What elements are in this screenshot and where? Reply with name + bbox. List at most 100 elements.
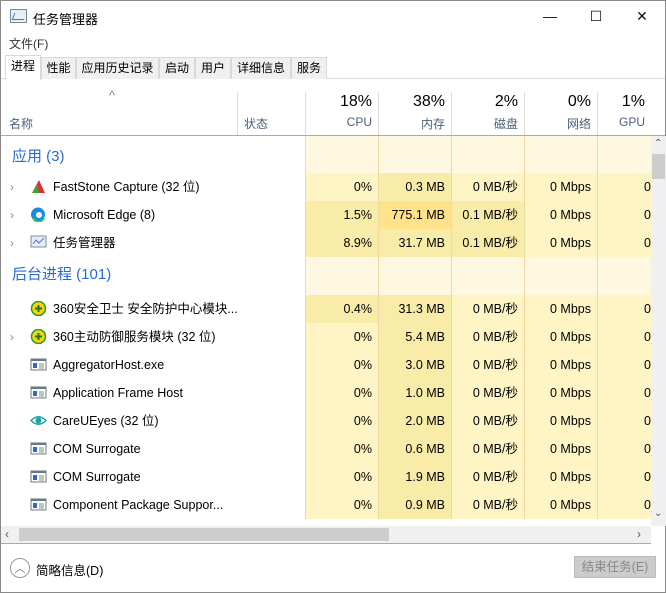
group-cell: [451, 143, 524, 173]
process-row[interactable]: COM Surrogate 0% 1.9 MB 0 MB/秒 0 Mbps 0: [1, 463, 651, 491]
process-name: 任务管理器: [53, 236, 116, 250]
group-cell: [524, 143, 597, 173]
column-label: 磁盘: [493, 117, 518, 131]
process-row[interactable]: › Microsoft Edge (8) 1.5% 775.1 MB 0.1 MB/秒 0…: [1, 201, 651, 229]
column-label: 内存: [420, 117, 445, 131]
mem-cell: 0.3 MB: [378, 173, 451, 201]
expand-chevron-icon[interactable]: ›: [10, 201, 14, 229]
scroll-down-icon[interactable]: ⌄: [654, 508, 662, 519]
group-cell: [597, 257, 651, 295]
process-name: Microsoft Edge (8): [53, 208, 156, 222]
disk-cell: 0.1 MB/秒: [451, 201, 524, 229]
group-cell: [597, 136, 651, 143]
window-app-icon: [30, 469, 47, 484]
process-name: AggregatorHost.exe: [53, 358, 165, 372]
mem-cell: 2.0 MB: [378, 407, 451, 435]
tab-bar: 进程 性能 应用历史记录 启动 用户 详细信息 服务: [1, 55, 665, 80]
column-usage-percent: 18%: [339, 93, 372, 110]
process-row[interactable]: Application Frame Host 0% 1.0 MB 0 MB/秒 0 Mb…: [1, 379, 651, 407]
process-row[interactable]: COM Surrogate 0% 0.6 MB 0 MB/秒 0 Mbps 0: [1, 435, 651, 463]
column-网络[interactable]: 0% 网络: [524, 92, 597, 135]
process-row[interactable]: Component Package Suppor... 0% 0.9 MB 0 MB/…: [1, 491, 651, 519]
task-manager-window: 任务管理器 — ☐ ✕ 文件(F) 进程 性能 应用历史记录 启动 用户 详细信…: [0, 0, 666, 593]
expand-chevron-icon[interactable]: ›: [10, 173, 14, 201]
disk-cell: 0 MB/秒: [451, 379, 524, 407]
tab-details[interactable]: 详细信息: [231, 57, 291, 79]
disk-cell: 0 MB/秒: [451, 173, 524, 201]
group-title: 应用 (3): [12, 148, 65, 165]
net-cell: 0 Mbps: [524, 229, 597, 257]
tab-startup[interactable]: 启动: [159, 57, 195, 79]
net-cell: 0 Mbps: [524, 173, 597, 201]
group-cell: [524, 136, 597, 143]
group-cell: [305, 257, 378, 295]
column-header: ^ 名称 状态 18% CPU 38% 内存 2% 磁盘 0% 网络 1% GPU: [1, 88, 665, 136]
process-row[interactable]: › 360主动防御服务模块 (32 位) 0% 5.4 MB 0 MB/秒 0 Mbps 0: [1, 323, 651, 351]
process-row[interactable]: 360安全卫士 安全防护中心模块... 0.4% 31.3 MB 0 MB/秒 0 Mb…: [1, 295, 651, 323]
column-磁盘[interactable]: 2% 磁盘: [451, 92, 524, 135]
scroll-left-icon[interactable]: ‹: [5, 527, 9, 541]
window-app-icon: [30, 385, 47, 400]
gpu-cell: 0: [597, 463, 651, 491]
column-usage-percent: 1%: [621, 93, 645, 110]
360-icon: [30, 300, 47, 317]
mem-cell: 31.3 MB: [378, 295, 451, 323]
scroll-right-icon[interactable]: ›: [637, 527, 641, 541]
process-name: 360安全卫士 安全防护中心模块...: [53, 302, 238, 316]
fewer-details-link[interactable]: 简略信息(D): [36, 560, 103, 579]
maximize-button[interactable]: ☐: [573, 1, 619, 31]
cpu-cell: 1.5%: [305, 201, 378, 229]
vertical-scrollbar[interactable]: ⌃ ⌄: [651, 136, 666, 526]
collapse-icon[interactable]: ︿: [10, 558, 30, 578]
process-row[interactable]: › FastStone Capture (32 位) 0% 0.3 MB 0 MB/秒 0…: [1, 173, 651, 201]
cpu-cell: 0%: [305, 323, 378, 351]
window-app-icon: [30, 497, 47, 512]
tab-processes[interactable]: 进程: [5, 55, 41, 80]
tab-services[interactable]: 服务: [291, 57, 327, 79]
end-task-button[interactable]: 结束任务(E): [574, 556, 656, 578]
horizontal-scrollbar[interactable]: ‹ ›: [1, 526, 651, 544]
column-cpu[interactable]: 18% CPU: [305, 92, 378, 135]
menu-file[interactable]: 文件(F): [9, 35, 48, 52]
gpu-cell: 0: [597, 351, 651, 379]
process-row[interactable]: › 任务管理器 8.9% 31.7 MB 0.1 MB/秒 0 Mbps 0: [1, 229, 651, 257]
close-button[interactable]: ✕: [619, 1, 665, 31]
process-name: COM Surrogate: [53, 442, 141, 456]
group-cell: [451, 136, 524, 143]
column-label: 网络: [566, 117, 591, 131]
tab-app-history[interactable]: 应用历史记录: [76, 57, 159, 79]
spacer: [1, 136, 651, 143]
group-title: 后台进程 (101): [12, 266, 112, 283]
process-name: Application Frame Host: [53, 386, 183, 400]
cpu-cell: 0%: [305, 435, 378, 463]
column-内存[interactable]: 38% 内存: [378, 92, 451, 135]
expand-chevron-icon[interactable]: ›: [10, 323, 14, 351]
mem-cell: 775.1 MB: [378, 201, 451, 229]
net-cell: 0 Mbps: [524, 201, 597, 229]
tab-users[interactable]: 用户: [195, 57, 231, 79]
expand-chevron-icon[interactable]: ›: [10, 229, 14, 257]
horizontal-scrollbar-thumb[interactable]: [19, 528, 389, 541]
group-cell: [524, 257, 597, 295]
column-name[interactable]: 名称: [9, 115, 33, 132]
group-cell: [378, 257, 451, 295]
gpu-cell: 0: [597, 407, 651, 435]
column-usage-percent: 0%: [567, 93, 591, 110]
scroll-up-icon[interactable]: ⌃: [654, 138, 662, 149]
process-name: COM Surrogate: [53, 470, 141, 484]
tab-performance[interactable]: 性能: [41, 57, 76, 79]
task-manager-icon: [30, 235, 47, 250]
minimize-button[interactable]: —: [527, 1, 573, 31]
column-status-label: 状态: [244, 117, 269, 131]
footer: ︿ 简略信息(D) 结束任务(E): [1, 545, 665, 593]
group-cell: [597, 143, 651, 173]
net-cell: 0 Mbps: [524, 351, 597, 379]
scrollbar-thumb[interactable]: [652, 154, 665, 179]
column-gpu[interactable]: 1% GPU: [597, 92, 651, 135]
net-cell: 0 Mbps: [524, 295, 597, 323]
column-status[interactable]: 状态: [237, 92, 305, 135]
process-row[interactable]: AggregatorHost.exe 0% 3.0 MB 0 MB/秒 0 Mbps 0: [1, 351, 651, 379]
process-row[interactable]: CareUEyes (32 位) 0% 2.0 MB 0 MB/秒 0 Mbps 0: [1, 407, 651, 435]
gpu-cell: 0: [597, 491, 651, 519]
cpu-cell: 0%: [305, 491, 378, 519]
